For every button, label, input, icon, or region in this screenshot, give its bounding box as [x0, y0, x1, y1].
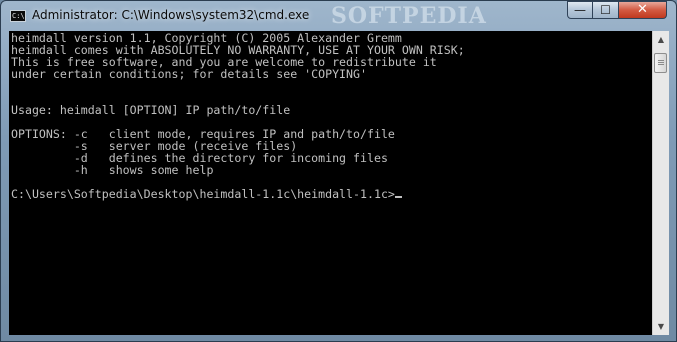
cmd-app-icon[interactable]: C:\: [10, 10, 26, 22]
scroll-up-button[interactable]: ▲: [653, 31, 669, 48]
console-output[interactable]: heimdall version 1.1, Copyright (C) 2005…: [9, 31, 652, 335]
window-controls: — ☐ ✕: [567, 1, 667, 21]
console-text: heimdall version 1.1, Copyright (C) 2005…: [9, 31, 652, 200]
title-bar[interactable]: C:\ Administrator: C:\Windows\system32\c…: [1, 1, 676, 31]
scrollbar-thumb[interactable]: [654, 53, 667, 73]
arrow-up-icon: ▲: [657, 35, 665, 44]
vertical-scrollbar[interactable]: ▲ ▼: [652, 31, 669, 335]
scroll-down-button[interactable]: ▼: [653, 318, 669, 335]
maximize-button[interactable]: ☐: [593, 1, 619, 19]
arrow-down-icon: ▼: [657, 322, 665, 331]
grip-icon: [658, 60, 664, 66]
minimize-button[interactable]: —: [567, 1, 593, 19]
close-button[interactable]: ✕: [619, 1, 667, 19]
maximize-icon: ☐: [600, 3, 611, 17]
cmd-window: C:\ Administrator: C:\Windows\system32\c…: [0, 0, 677, 342]
minimize-icon: —: [574, 3, 586, 17]
text-cursor: [394, 196, 402, 198]
softpedia-watermark: SOFTPEDIA: [331, 3, 487, 29]
window-title: Administrator: C:\Windows\system32\cmd.e…: [32, 8, 310, 22]
close-icon: ✕: [637, 2, 648, 17]
console-line: under certain conditions; for details se…: [11, 67, 367, 81]
console-line: -h shows some help: [11, 163, 214, 177]
console-line: Usage: heimdall [OPTION] IP path/to/file: [11, 103, 291, 117]
command-prompt[interactable]: C:\Users\Softpedia\Desktop\heimdall-1.1c…: [11, 187, 395, 201]
